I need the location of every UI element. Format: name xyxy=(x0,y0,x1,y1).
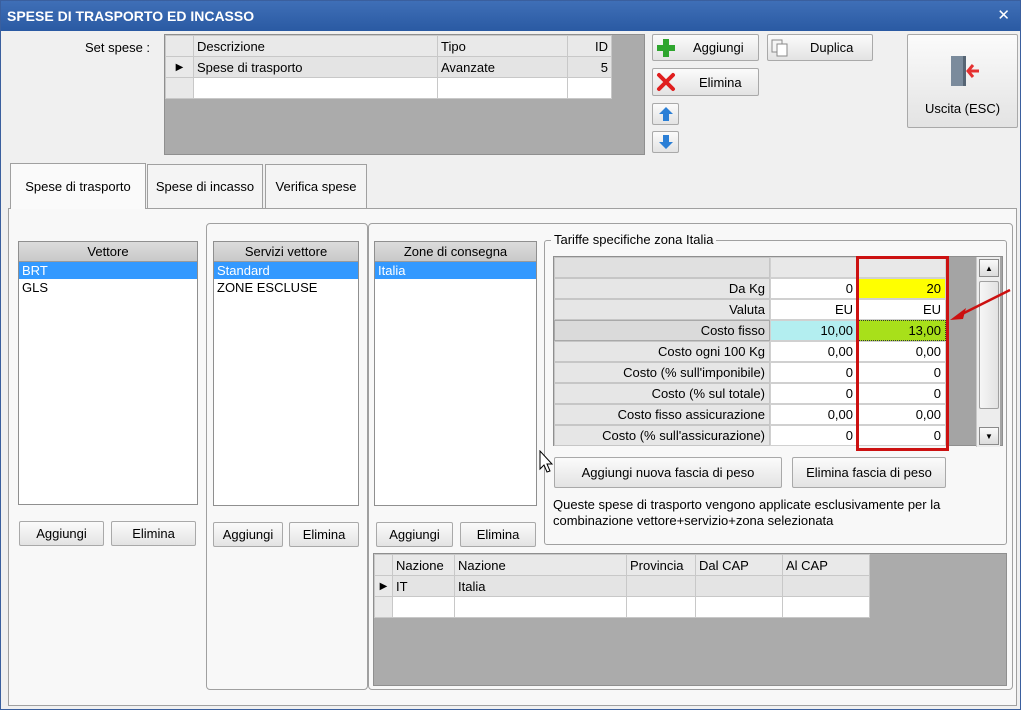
column-header-dal-cap[interactable]: Dal CAP xyxy=(695,554,783,576)
list-item[interactable]: Italia xyxy=(375,262,536,279)
nazioni-grid: Nazione Nazione Provincia Dal CAP Al CAP… xyxy=(373,553,1007,686)
aggiungi-fascia-button[interactable]: Aggiungi nuova fascia di peso xyxy=(554,457,782,488)
tab-spese-di-incasso[interactable]: Spese di incasso xyxy=(147,164,263,208)
cell-al-cap[interactable] xyxy=(782,575,870,597)
row-indicator-icon: ▶ xyxy=(374,575,393,597)
tariff-cell[interactable]: 0 xyxy=(770,362,858,383)
scroll-up-icon[interactable]: ▲ xyxy=(979,259,999,277)
uscita-button[interactable]: Uscita (ESC) xyxy=(907,34,1018,128)
row-label: Costo (% sull'assicurazione) xyxy=(554,425,770,446)
window-title: SPESE DI TRASPORTO ED INCASSO xyxy=(7,8,255,24)
servizi-list[interactable]: Servizi vettore Standard ZONE ESCLUSE xyxy=(213,241,359,506)
set-spese-label: Set spese : xyxy=(85,40,151,55)
table-row[interactable]: ▶ IT Italia xyxy=(374,575,870,597)
table-row-new[interactable] xyxy=(165,77,612,99)
duplica-label: Duplica xyxy=(810,40,854,55)
row-indicator-icon: ▶ xyxy=(165,56,194,78)
zone-header: Zone di consegna xyxy=(375,242,536,262)
column-header-nazione-code[interactable]: Nazione xyxy=(392,554,455,576)
tariff-cell[interactable]: 0 xyxy=(770,278,858,299)
plus-icon xyxy=(657,38,675,57)
move-down-button[interactable] xyxy=(652,131,679,153)
elimina-servizio-button[interactable]: Elimina xyxy=(289,522,359,547)
row-label: Costo fisso xyxy=(554,320,770,341)
aggiungi-servizio-button[interactable]: Aggiungi xyxy=(213,522,283,547)
row-label: Costo fisso assicurazione xyxy=(554,404,770,425)
table-row[interactable]: ▶ Spese di trasporto Avanzate 5 xyxy=(165,56,612,78)
column-header-al-cap[interactable]: Al CAP xyxy=(782,554,870,576)
column-header-descrizione[interactable]: Descrizione xyxy=(193,35,438,57)
aggiungi-zona-button[interactable]: Aggiungi xyxy=(376,522,453,547)
elimina-zona-button[interactable]: Elimina xyxy=(460,522,536,547)
list-item[interactable]: Standard xyxy=(214,262,358,279)
mouse-cursor-icon xyxy=(539,450,554,473)
arrow-down-icon xyxy=(658,135,673,149)
elimina-label: Elimina xyxy=(699,74,742,90)
tariffe-note: Queste spese di trasporto vengono applic… xyxy=(553,497,941,528)
aggiungi-set-button[interactable]: Aggiungi xyxy=(652,34,759,61)
close-icon[interactable]: ✕ xyxy=(997,1,1010,31)
tariffe-group-title: Tariffe specifiche zona Italia xyxy=(551,232,717,247)
cell-nazione[interactable]: Italia xyxy=(454,575,627,597)
cell-dal-cap[interactable] xyxy=(695,575,783,597)
vettore-header: Vettore xyxy=(19,242,197,262)
column-header-tipo[interactable]: Tipo xyxy=(437,35,568,57)
exit-door-icon xyxy=(950,55,979,86)
duplica-button[interactable]: Duplica xyxy=(767,34,873,61)
row-label: Costo (% sul totale) xyxy=(554,383,770,404)
grid-corner xyxy=(374,554,393,576)
uscita-label: Uscita (ESC) xyxy=(924,100,1001,116)
tab-spese-di-trasporto[interactable]: Spese di trasporto xyxy=(10,163,146,209)
dialog-window: SPESE DI TRASPORTO ED INCASSO ✕ Set spes… xyxy=(0,0,1021,710)
servizi-header: Servizi vettore xyxy=(214,242,358,262)
cell-tipo[interactable]: Avanzate xyxy=(437,56,568,78)
tariff-cell[interactable]: 0,00 xyxy=(770,404,858,425)
elimina-fascia-button[interactable]: Elimina fascia di peso xyxy=(792,457,946,488)
cell-provincia[interactable] xyxy=(626,575,696,597)
copy-icon xyxy=(771,39,788,56)
title-bar: SPESE DI TRASPORTO ED INCASSO ✕ xyxy=(1,1,1020,31)
vettore-list[interactable]: Vettore BRT GLS xyxy=(18,241,198,505)
row-label: Costo ogni 100 Kg xyxy=(554,341,770,362)
list-item[interactable]: GLS xyxy=(19,279,197,296)
list-item[interactable]: ZONE ESCLUSE xyxy=(214,279,358,296)
annotation-arrow-icon xyxy=(950,288,1011,320)
row-label: Valuta xyxy=(554,299,770,320)
arrow-up-icon xyxy=(658,107,673,121)
column-header-nazione[interactable]: Nazione xyxy=(454,554,627,576)
tariff-cell[interactable]: EU xyxy=(770,299,858,320)
set-spese-grid: Descrizione Tipo ID ▶ Spese di trasporto… xyxy=(164,34,645,155)
list-item[interactable]: BRT xyxy=(19,262,197,279)
tariff-cell[interactable]: 0 xyxy=(770,425,858,446)
table-row-new[interactable] xyxy=(374,596,870,618)
tariff-cell-highlight-cyan[interactable]: 10,00 xyxy=(770,320,858,341)
scroll-down-icon[interactable]: ▼ xyxy=(979,427,999,445)
band-header-1[interactable] xyxy=(770,257,858,278)
delete-x-icon xyxy=(657,73,675,91)
row-label: Costo (% sull'imponibile) xyxy=(554,362,770,383)
row-label: Da Kg xyxy=(554,278,770,299)
move-up-button[interactable] xyxy=(652,103,679,125)
grid-corner xyxy=(165,35,194,57)
column-header-provincia[interactable]: Provincia xyxy=(626,554,696,576)
column-header-id[interactable]: ID xyxy=(567,35,612,57)
aggiungi-label: Aggiungi xyxy=(693,40,744,55)
tab-verifica-spese[interactable]: Verifica spese xyxy=(265,164,367,208)
tariff-cell[interactable]: 0 xyxy=(770,383,858,404)
zone-list[interactable]: Zone di consegna Italia xyxy=(374,241,537,506)
cell-id[interactable]: 5 xyxy=(567,56,612,78)
elimina-vettore-button[interactable]: Elimina xyxy=(111,521,196,546)
cell-descrizione[interactable]: Spese di trasporto xyxy=(193,56,438,78)
annotation-highlight-box xyxy=(856,256,949,451)
elimina-set-button[interactable]: Elimina xyxy=(652,68,759,96)
cell-nazione-code[interactable]: IT xyxy=(392,575,455,597)
aggiungi-vettore-button[interactable]: Aggiungi xyxy=(19,521,104,546)
tariff-cell[interactable]: 0,00 xyxy=(770,341,858,362)
